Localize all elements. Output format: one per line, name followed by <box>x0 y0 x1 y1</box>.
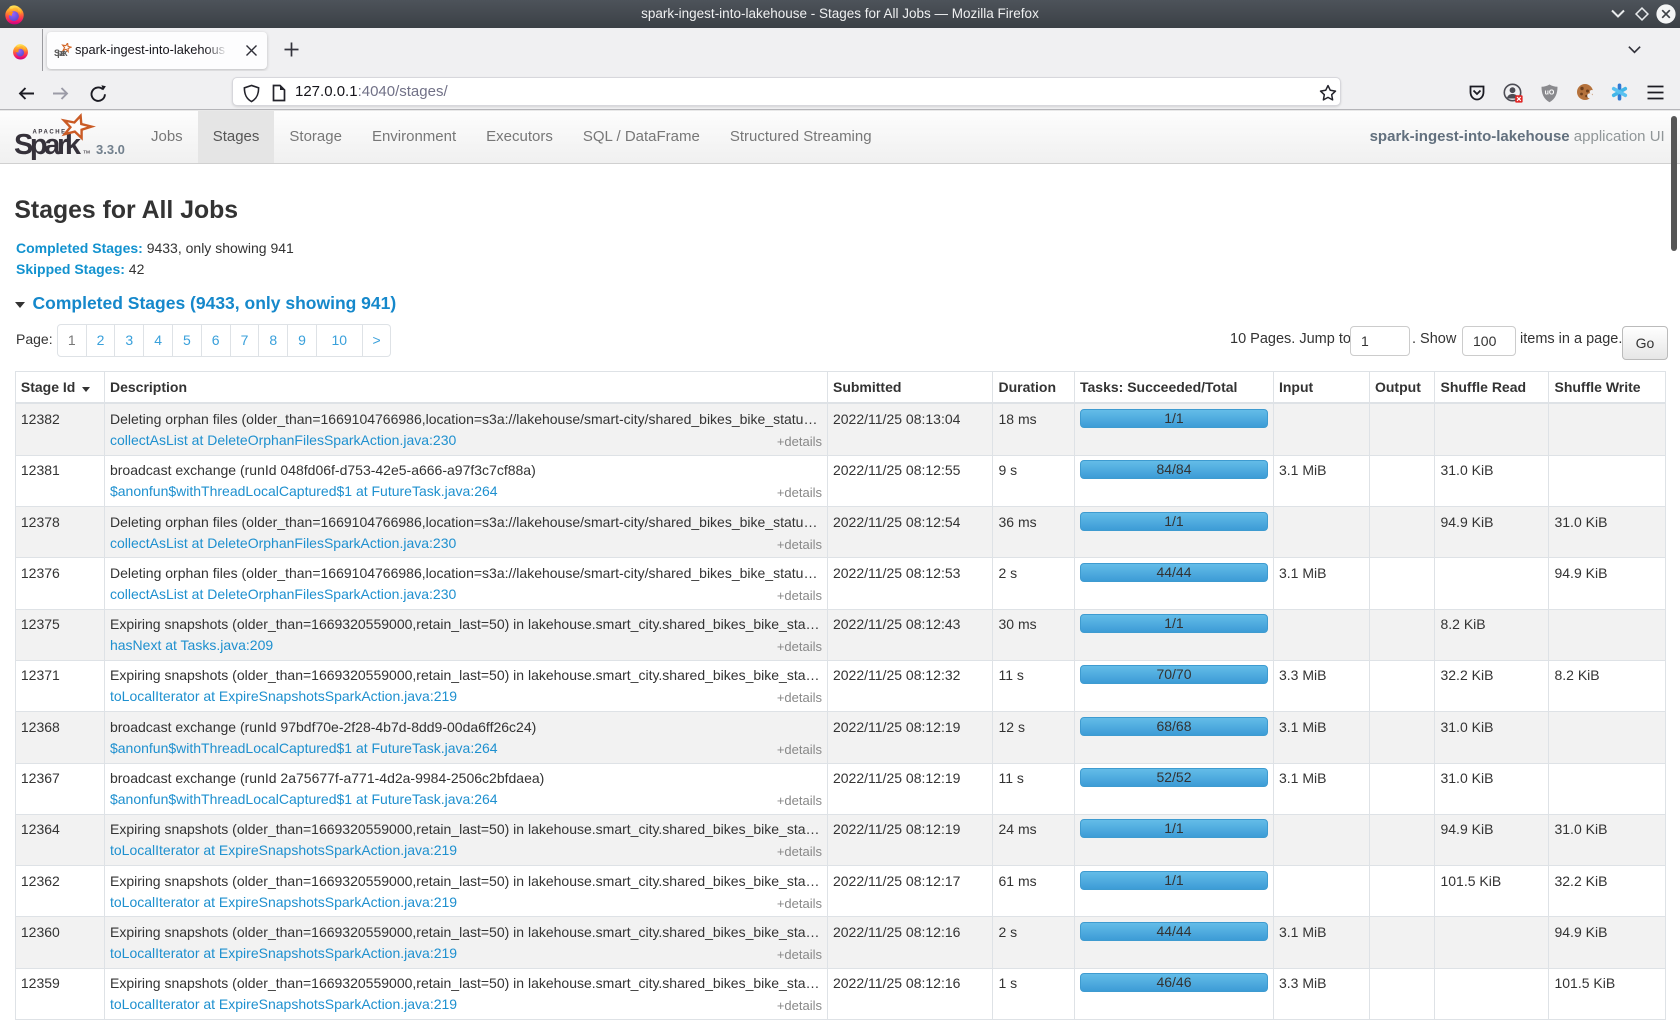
svg-text:™: ™ <box>83 149 91 158</box>
svg-text:uO: uO <box>1545 89 1555 96</box>
svg-text:APACHE: APACHE <box>33 130 67 136</box>
